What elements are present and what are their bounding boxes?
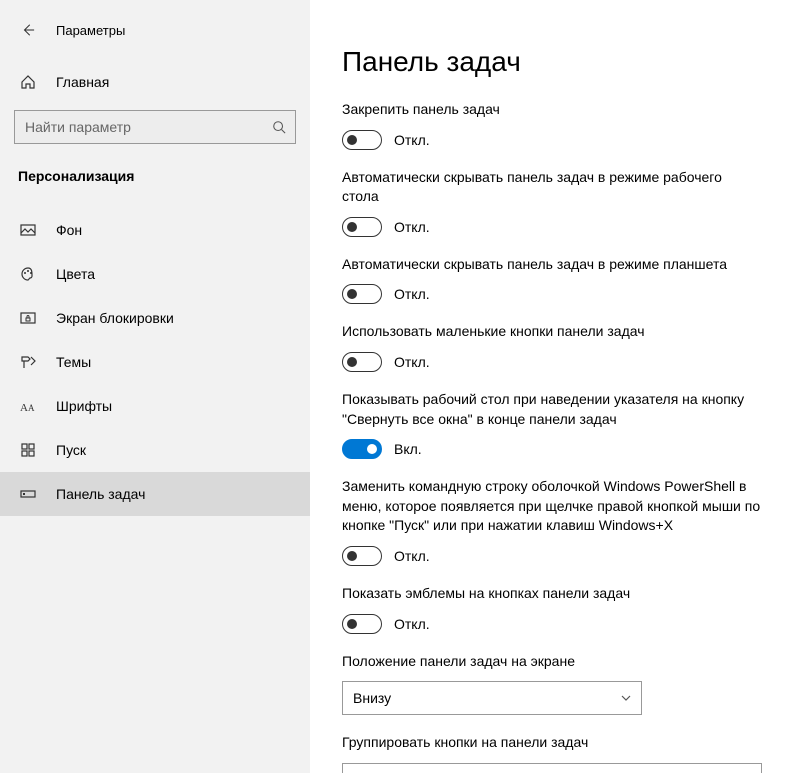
sidebar-item-label: Панель задач <box>56 486 145 502</box>
setting-small-buttons: Использовать маленькие кнопки панели зад… <box>342 322 780 372</box>
toggle-state: Откл. <box>394 616 430 632</box>
sidebar: Параметры Главная Персонализация Фон Цве… <box>0 0 310 773</box>
toggle-row: Откл. <box>342 284 780 304</box>
sidebar-item-start[interactable]: Пуск <box>0 428 310 472</box>
themes-icon <box>18 354 38 370</box>
header-title: Параметры <box>56 23 125 38</box>
setting-label: Автоматически скрывать панель задач в ре… <box>342 255 762 275</box>
toggle-state: Вкл. <box>394 441 422 457</box>
toggle-row: Вкл. <box>342 439 780 459</box>
arrow-left-icon <box>21 23 35 37</box>
toggle-switch[interactable] <box>342 130 382 150</box>
sidebar-item-themes[interactable]: Темы <box>0 340 310 384</box>
page-title: Панель задач <box>342 46 780 78</box>
sidebar-item-label: Шрифты <box>56 398 112 414</box>
setting-label: Автоматически скрывать панель задач в ре… <box>342 168 762 207</box>
sidebar-item-taskbar[interactable]: Панель задач <box>0 472 310 516</box>
position-select[interactable]: Внизу <box>342 681 642 715</box>
setting-position: Положение панели задач на экране Внизу <box>342 652 780 716</box>
toggle-switch[interactable] <box>342 546 382 566</box>
setting-label: Положение панели задач на экране <box>342 652 762 672</box>
start-icon <box>18 442 38 458</box>
setting-label: Показывать рабочий стол при наведении ук… <box>342 390 762 429</box>
setting-label: Использовать маленькие кнопки панели зад… <box>342 322 762 342</box>
setting-grouping: Группировать кнопки на панели задач Всег… <box>342 733 780 773</box>
toggle-switch[interactable] <box>342 614 382 634</box>
svg-text:A: A <box>28 403 35 413</box>
lockscreen-icon <box>18 310 38 326</box>
home-nav[interactable]: Главная <box>0 62 310 102</box>
toggle-row: Откл. <box>342 546 780 566</box>
toggle-state: Откл. <box>394 219 430 235</box>
sidebar-item-label: Пуск <box>56 442 86 458</box>
search-input[interactable] <box>14 110 296 144</box>
toggle-row: Откл. <box>342 352 780 372</box>
svg-text:A: A <box>20 402 28 413</box>
setting-lock-taskbar: Закрепить панель задач Откл. <box>342 100 780 150</box>
back-button[interactable] <box>18 20 38 40</box>
taskbar-icon <box>18 486 38 502</box>
palette-icon <box>18 266 38 282</box>
settings-header: Параметры <box>0 10 310 50</box>
sidebar-item-background[interactable]: Фон <box>0 208 310 252</box>
toggle-row: Откл. <box>342 130 780 150</box>
search-wrap <box>14 110 296 144</box>
fonts-icon: AA <box>18 399 38 413</box>
setting-autohide-desktop: Автоматически скрывать панель задач в ре… <box>342 168 780 237</box>
picture-icon <box>18 222 38 238</box>
toggle-state: Откл. <box>394 286 430 302</box>
setting-label: Показать эмблемы на кнопках панели задач <box>342 584 762 604</box>
select-wrap: Всегда, скрывать метки <box>342 763 762 773</box>
grouping-select[interactable]: Всегда, скрывать метки <box>342 763 762 773</box>
toggle-state: Откл. <box>394 548 430 564</box>
setting-powershell: Заменить командную строку оболочкой Wind… <box>342 477 780 566</box>
toggle-row: Откл. <box>342 614 780 634</box>
setting-badges: Показать эмблемы на кнопках панели задач… <box>342 584 780 634</box>
setting-label: Группировать кнопки на панели задач <box>342 733 762 753</box>
toggle-switch[interactable] <box>342 352 382 372</box>
home-label: Главная <box>56 74 109 90</box>
sidebar-item-fonts[interactable]: AA Шрифты <box>0 384 310 428</box>
sidebar-item-colors[interactable]: Цвета <box>0 252 310 296</box>
toggle-row: Откл. <box>342 217 780 237</box>
sidebar-item-label: Темы <box>56 354 91 370</box>
sidebar-item-label: Фон <box>56 222 82 238</box>
toggle-state: Откл. <box>394 354 430 370</box>
select-wrap: Внизу <box>342 681 642 715</box>
toggle-switch[interactable] <box>342 439 382 459</box>
sidebar-item-label: Цвета <box>56 266 95 282</box>
toggle-switch[interactable] <box>342 284 382 304</box>
home-icon <box>18 74 38 90</box>
section-header: Персонализация <box>0 162 310 190</box>
setting-peek-desktop: Показывать рабочий стол при наведении ук… <box>342 390 780 459</box>
toggle-state: Откл. <box>394 132 430 148</box>
main-content: Панель задач Закрепить панель задач Откл… <box>310 0 800 773</box>
setting-autohide-tablet: Автоматически скрывать панель задач в ре… <box>342 255 780 305</box>
sidebar-item-label: Экран блокировки <box>56 310 174 326</box>
setting-label: Закрепить панель задач <box>342 100 762 120</box>
toggle-switch[interactable] <box>342 217 382 237</box>
setting-label: Заменить командную строку оболочкой Wind… <box>342 477 762 536</box>
sidebar-item-lockscreen[interactable]: Экран блокировки <box>0 296 310 340</box>
